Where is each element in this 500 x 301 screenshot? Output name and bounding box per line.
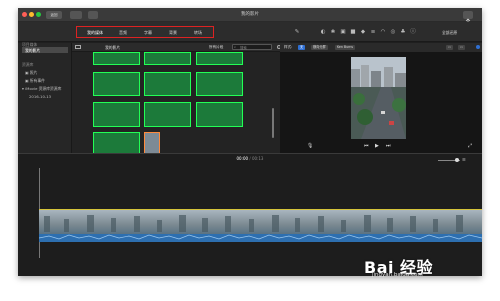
imovie-window: 返回 我的影片 我的媒体 音频 字幕 背景 转场 ✎ ◐ ❀ ▣ ■ ◆ ≡ ◠… <box>18 8 482 276</box>
style-option-ken-burns[interactable]: Ken Burns <box>335 45 356 50</box>
current-time: 00:00 <box>236 156 249 161</box>
video-clip[interactable] <box>93 102 140 127</box>
speed-icon[interactable]: ◠ <box>380 29 386 35</box>
timecode: 00:00 / 00:13 <box>236 156 264 161</box>
video-clip[interactable] <box>144 52 191 65</box>
video-clip[interactable] <box>196 52 243 65</box>
clip-filter-dropdown[interactable]: 所有片段 <box>209 45 223 50</box>
fit-icon[interactable]: ▭ <box>458 45 466 50</box>
share-button[interactable] <box>463 11 473 24</box>
aspect-icon[interactable]: ▭ <box>446 45 454 50</box>
timeline-video-track[interactable] <box>38 209 482 242</box>
browser-header: 我的影片 所有片段 ⌕ 搜索 <box>72 43 281 52</box>
library-heading: 资源库 <box>22 62 34 67</box>
video-frame <box>351 57 406 139</box>
timeline-thumbnails <box>38 210 482 242</box>
info-icon[interactable]: ⓘ <box>410 29 416 35</box>
sidebar-item-imovie-library[interactable]: ▾ iMovie 资源库资源库 <box>22 86 61 92</box>
sidebar-item-all-events[interactable]: ▣ 所有事件 <box>25 78 45 84</box>
video-clip[interactable] <box>93 52 140 65</box>
browser-scrollbar[interactable] <box>272 108 274 138</box>
search-input[interactable]: ⌕ 搜索 <box>232 44 272 50</box>
tab-audio[interactable]: 音频 <box>119 30 127 36</box>
skip-forward-icon[interactable]: ⏭ <box>386 143 391 149</box>
effects-icon[interactable]: ♣ <box>400 29 406 35</box>
tab-transitions[interactable]: 转场 <box>194 30 202 36</box>
video-clip[interactable] <box>196 102 243 127</box>
sidebar-item-current-project[interactable]: 我的影片 <box>25 48 40 54</box>
total-time: 00:13 <box>251 156 264 161</box>
crop-icon[interactable]: ▣ <box>340 29 346 35</box>
browser-title: 我的影片 <box>105 45 121 50</box>
tab-my-media[interactable]: 我的媒体 <box>87 30 103 36</box>
viewer-toolbar: 样式: 无 横向分屏 Ken Burns ▭ ▭ <box>280 43 482 52</box>
voiceover-mic-icon[interactable]: 🎙 <box>307 143 313 149</box>
sidebar-item-event-date[interactable]: 2016-10-13 <box>29 94 51 99</box>
skip-back-icon[interactable]: ⏮ <box>364 143 369 149</box>
video-clip[interactable] <box>144 102 191 127</box>
sidebar-toggle-icon[interactable] <box>75 45 81 49</box>
style-option-none[interactable]: 无 <box>298 45 306 50</box>
video-clip[interactable] <box>93 72 140 96</box>
watermark-url: jingyan.baidu.com <box>372 272 423 278</box>
baidu-jingyan-watermark: Bai 经验 jingyan.baidu.com <box>364 254 433 278</box>
toolbar: 我的媒体 音频 字幕 背景 转场 ✎ ◐ ❀ ▣ ■ ◆ ≡ ◠ ◎ ♣ ⓘ 全… <box>18 22 482 42</box>
clip-filter-icon[interactable]: ◎ <box>390 29 396 35</box>
stabilization-icon[interactable]: ■ <box>350 29 356 35</box>
viewer: 样式: 无 横向分屏 Ken Burns ▭ ▭ 🎙 ⏮ ▶ ⏭ ⤢ <box>280 43 482 153</box>
fullscreen-icon[interactable]: ⤢ <box>468 143 472 149</box>
volume-icon[interactable]: ◆ <box>360 29 366 35</box>
video-preview <box>351 57 406 139</box>
search-placeholder: 搜索 <box>240 46 247 50</box>
library-sidebar: 项目媒体 我的影片 资源库 ▣ 照片 ▣ 所有事件 ▾ iMovie 资源库资源… <box>18 42 72 153</box>
media-tab-group: 我的媒体 音频 字幕 背景 转场 <box>76 26 214 38</box>
sidebar-item-photos[interactable]: ▣ 照片 <box>25 70 37 76</box>
noise-reduction-icon[interactable]: ≡ <box>370 29 376 35</box>
tab-backgrounds[interactable]: 背景 <box>169 30 177 36</box>
media-browser: 我的影片 所有片段 ⌕ 搜索 <box>72 43 281 156</box>
color-correction-icon[interactable]: ❀ <box>330 29 336 35</box>
color-balance-icon[interactable]: ◐ <box>320 29 326 35</box>
title-bar: 返回 我的影片 <box>18 8 482 24</box>
timeline-settings-icon[interactable]: ☰ <box>462 157 466 162</box>
search-icon: ⌕ <box>234 45 237 49</box>
style-label: 样式: <box>284 45 293 49</box>
play-icon[interactable]: ▶ <box>375 143 379 149</box>
reset-all-button[interactable]: 全部还原 <box>442 30 457 36</box>
video-clip[interactable] <box>144 72 191 96</box>
style-option-split[interactable]: 横向分屏 <box>311 45 328 50</box>
timeline-zoom-knob[interactable] <box>455 158 459 162</box>
window-title: 我的影片 <box>241 12 259 17</box>
tab-titles[interactable]: 字幕 <box>144 30 152 36</box>
video-clip[interactable] <box>196 72 243 96</box>
reset-icon[interactable] <box>476 45 480 49</box>
magic-wand-icon[interactable]: ✎ <box>294 29 300 35</box>
